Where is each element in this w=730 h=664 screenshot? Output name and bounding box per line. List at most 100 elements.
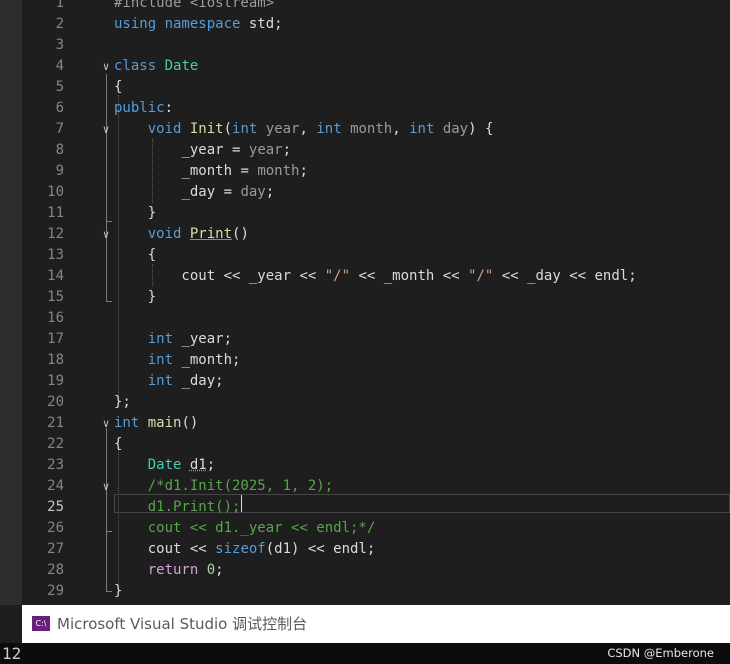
code-line[interactable]: 2 using namespace std; xyxy=(22,14,730,35)
line-number: 3 xyxy=(55,37,64,53)
code-line[interactable]: 12 ∨ void Print() xyxy=(22,224,730,245)
code-line[interactable]: 3 xyxy=(22,35,730,56)
line-number: 12 xyxy=(47,226,64,242)
code-line[interactable]: 11 } xyxy=(22,203,730,224)
line-number: 13 xyxy=(47,247,64,263)
code-line[interactable]: 4 ∨ class Date xyxy=(22,56,730,77)
code-token: _day xyxy=(181,184,216,200)
code-line[interactable]: 23 Date d1; xyxy=(22,455,730,476)
line-number: 21 xyxy=(47,415,64,431)
code-line[interactable]: 17 int _year; xyxy=(22,329,730,350)
code-token: void xyxy=(147,226,182,242)
fold-toggle-icon[interactable]: ∨ xyxy=(100,476,112,497)
code-token: ; xyxy=(206,457,216,473)
code-line[interactable]: 5{ xyxy=(22,77,730,98)
code-line[interactable]: 9 _month = month; xyxy=(22,161,730,182)
code-token: << xyxy=(493,268,528,284)
code-text: _year = year; xyxy=(114,140,291,161)
line-number: 2 xyxy=(55,16,64,32)
code-token: { xyxy=(114,79,123,95)
code-line[interactable]: 28 return 0; xyxy=(22,560,730,581)
code-token: Date xyxy=(147,457,182,473)
code-line[interactable]: 1 #include <iostream> xyxy=(22,0,730,14)
fold-toggle-icon[interactable]: ∨ xyxy=(100,119,112,140)
code-text: d1.Print(); xyxy=(114,497,241,518)
fold-toggle-icon[interactable]: ∨ xyxy=(100,413,112,434)
debug-console-output-area[interactable]: 12 CSDN @Emberone xyxy=(0,643,730,664)
line-number: 20 xyxy=(47,394,64,410)
code-token: cout << xyxy=(114,541,216,557)
code-token: , xyxy=(392,121,410,137)
code-token: "/" xyxy=(468,268,494,284)
code-token: /*d1.Init(2025, 1, 2); xyxy=(147,478,334,494)
code-text: Date d1; xyxy=(114,455,215,476)
code-token: int xyxy=(232,121,258,137)
code-line[interactable]: 25 d1.Print(); xyxy=(22,497,730,518)
csdn-watermark: CSDN @Emberone xyxy=(607,646,714,660)
code-line[interactable]: 22 { xyxy=(22,434,730,455)
code-token: cout << xyxy=(114,268,249,284)
line-number: 26 xyxy=(47,520,64,536)
code-text: } xyxy=(114,287,156,308)
line-number: 28 xyxy=(47,562,64,578)
code-line[interactable]: 20}; xyxy=(22,392,730,413)
code-editor[interactable]: 1 #include <iostream> 2 using namespace std… xyxy=(22,0,730,605)
line-number: 5 xyxy=(55,79,64,95)
code-line[interactable]: 6 public: xyxy=(22,98,730,119)
code-token: = xyxy=(223,142,249,158)
code-line[interactable]: 19 int _day; xyxy=(22,371,730,392)
code-line[interactable]: 13 { xyxy=(22,245,730,266)
code-token: month xyxy=(257,163,300,179)
code-token: = xyxy=(232,163,258,179)
code-token: (d1) << endl; xyxy=(265,541,376,557)
code-token: ) { xyxy=(468,121,494,137)
code-line[interactable]: 27 cout << sizeof(d1) << endl; xyxy=(22,539,730,560)
code-token: year xyxy=(248,142,283,158)
code-text: #include <iostream> xyxy=(114,0,274,14)
code-line[interactable]: 21 ∨ int main() xyxy=(22,413,730,434)
console-app-icon: C:\ xyxy=(32,616,50,631)
code-line[interactable]: 10 _day = day; xyxy=(22,182,730,203)
code-line[interactable]: 16 xyxy=(22,308,730,329)
code-token: << xyxy=(291,268,325,284)
code-token: d1 xyxy=(189,457,207,473)
code-text: cout << _year << "/" << _month << "/" <<… xyxy=(114,266,636,287)
code-text: { xyxy=(114,77,122,98)
line-number: 7 xyxy=(55,121,64,137)
debug-console-title: Microsoft Visual Studio 调试控制台 xyxy=(57,615,308,633)
fold-toggle-icon[interactable]: ∨ xyxy=(100,56,112,77)
code-line[interactable]: 18 int _month; xyxy=(22,350,730,371)
code-token: using namespace xyxy=(114,16,241,32)
fold-toggle-icon[interactable]: ∨ xyxy=(100,224,112,245)
debug-console-titlebar[interactable]: C:\ Microsoft Visual Studio 调试控制台 xyxy=(22,605,730,643)
code-text: void Init(int year, int month, int day) … xyxy=(114,119,494,140)
code-line[interactable]: 29} xyxy=(22,581,730,602)
code-line[interactable]: 15 } xyxy=(22,287,730,308)
code-line[interactable]: 7 ∨ void Init(int year, int month, int da… xyxy=(22,119,730,140)
line-number: 22 xyxy=(47,436,64,452)
code-token: () xyxy=(232,226,249,242)
code-text: int _year; xyxy=(114,329,232,350)
code-token: ; xyxy=(215,562,224,578)
code-line[interactable]: 14 cout << _year << "/" << _month << "/"… xyxy=(22,266,730,287)
code-line[interactable]: 24 ∨ /*d1.Init(2025, 1, 2); xyxy=(22,476,730,497)
code-text: cout << d1._year << endl;*/ xyxy=(114,518,376,539)
code-line[interactable]: 8 _year = year; xyxy=(22,140,730,161)
code-line[interactable]: 26 cout << d1._year << endl;*/ xyxy=(22,518,730,539)
code-text: /*d1.Init(2025, 1, 2); xyxy=(114,476,333,497)
code-text: }; xyxy=(114,392,131,413)
